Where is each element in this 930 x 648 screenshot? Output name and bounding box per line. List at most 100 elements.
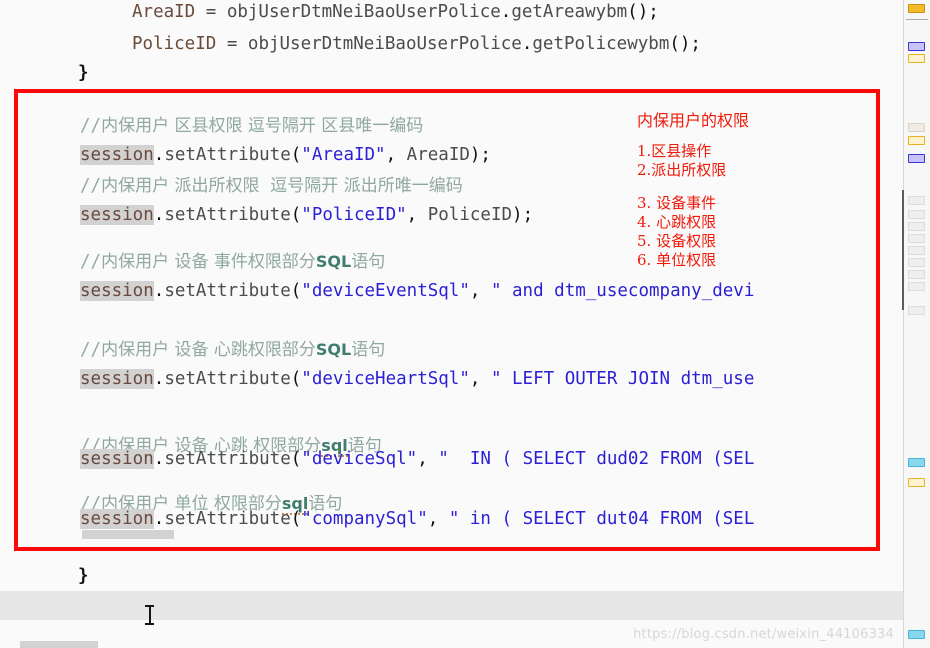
gutter-marker[interactable] (908, 258, 925, 267)
code-token: } (78, 63, 89, 83)
red-annotation-list: 内保用户的权限 1.区县操作 2.派出所权限 3. 设备事件 4. 心跳权限 5… (637, 113, 817, 270)
gutter-marker[interactable] (908, 123, 925, 132)
code-token: ( (290, 145, 302, 165)
code-token: setAttribute (164, 509, 291, 529)
gutter-marker[interactable] (908, 210, 925, 219)
gutter-marker[interactable] (908, 458, 925, 467)
code-statement-line[interactable]: session.setAttribute("deviceEventSql", "… (0, 275, 930, 307)
code-token: " in ( SELECT dut04 FROM (SEL (448, 509, 755, 529)
code-token: (); (669, 34, 701, 54)
gutter-marker[interactable] (908, 282, 925, 291)
code-token: SQL (315, 252, 352, 271)
annotation-group-b: 3. 设备事件 4. 心跳权限 5. 设备权限 6. 单位权限 (637, 194, 817, 270)
code-token: session (80, 369, 154, 389)
code-token: // (80, 252, 102, 272)
gutter-marker[interactable] (908, 246, 925, 255)
code-token: PoliceID (427, 205, 513, 225)
gutter-marker[interactable] (908, 136, 925, 145)
gutter-marker[interactable] (908, 154, 925, 163)
code-comment-line[interactable]: //内保用户 设备 心跳权限部分SQL语句 (0, 334, 930, 366)
gutter-marker[interactable] (908, 478, 925, 487)
scrollbar-thumb[interactable] (902, 190, 904, 310)
code-token: 内保用户 设备 事件权限部分 (101, 252, 316, 272)
annotation-group-a: 1.区县操作 2.派出所权限 (637, 142, 817, 180)
code-token: 内保用户 区县权限 逗号隔开 区县唯一编码 (101, 116, 424, 136)
code-token: ( (290, 369, 302, 389)
code-token: "deviceSql" (301, 449, 418, 469)
code-token: = (195, 2, 227, 22)
code-line[interactable]: PoliceID = objUserDtmNeiBaoUserPolice.ge… (0, 28, 930, 60)
code-token: . (153, 281, 165, 301)
code-token: . (153, 205, 165, 225)
code-token: ( (290, 205, 302, 225)
code-token: setAttribute (164, 281, 291, 301)
code-token: " LEFT OUTER JOIN dtm_use (490, 369, 755, 389)
code-editor[interactable]: AreaID = objUserDtmNeiBaoUserPolice.getA… (0, 0, 930, 648)
code-token: = (216, 34, 248, 54)
code-token: "PoliceID" (301, 205, 407, 225)
code-token: . (153, 369, 165, 389)
code-token: // (80, 340, 102, 360)
code-token: , (385, 145, 407, 165)
code-token: ( (290, 509, 302, 529)
gutter-marker[interactable] (908, 270, 925, 279)
code-token: AreaID (132, 2, 196, 22)
gutter-marker[interactable] (908, 54, 925, 63)
code-statement-line[interactable]: session.setAttribute("deviceSql", " IN (… (0, 443, 930, 475)
gutter-marker[interactable] (908, 306, 925, 315)
code-token: . (153, 509, 165, 529)
code-token: "deviceHeartSql" (301, 369, 470, 389)
annotation-item: 3. 设备事件 (637, 194, 717, 212)
code-token: SQL (315, 340, 352, 359)
code-token: , (406, 205, 428, 225)
code-token: session (80, 509, 154, 529)
code-token: 语句 (351, 252, 386, 272)
code-token: , (469, 369, 491, 389)
code-token: PoliceID (132, 34, 217, 54)
gutter-marker[interactable] (908, 196, 925, 205)
gutter-divider (906, 19, 928, 20)
annotation-title: 内保用户的权限 (637, 111, 750, 130)
watermark-url: https://blog.csdn.net/weixin_44106334 (633, 627, 894, 642)
code-token: ( (290, 281, 302, 301)
code-token: "companySql" (301, 509, 428, 529)
code-token: . (153, 145, 165, 165)
code-token: session (80, 449, 154, 469)
gutter-marker[interactable] (908, 4, 925, 13)
closing-brace-line[interactable]: } (0, 560, 930, 592)
annotation-spacer (637, 180, 817, 194)
code-token: AreaID (406, 145, 470, 165)
code-line[interactable]: } (0, 57, 930, 89)
gutter-marker[interactable] (908, 630, 925, 639)
code-line[interactable]: AreaID = objUserDtmNeiBaoUserPolice.getA… (0, 0, 930, 28)
annotation-item: 2.派出所权限 (637, 161, 727, 179)
code-token: " and dtm_usecompany_devi (490, 281, 755, 301)
code-token: objUserDtmNeiBaoUserPolice (226, 2, 501, 22)
code-token: "deviceEventSql" (301, 281, 470, 301)
code-token: ); (469, 145, 491, 165)
code-token: setAttribute (164, 205, 291, 225)
code-token: // (80, 116, 102, 136)
code-token: session (80, 205, 154, 225)
annotation-item: 1.区县操作 (637, 142, 712, 160)
code-token: , (469, 281, 491, 301)
annotation-item: 6. 单位权限 (637, 251, 717, 269)
text-cursor-ibeam (145, 604, 154, 626)
code-token: setAttribute (164, 369, 291, 389)
code-token: . (521, 34, 533, 54)
code-statement-line[interactable]: session.setAttribute("companySql", " in … (0, 503, 930, 535)
code-token: 内保用户 设备 心跳权限部分 (101, 340, 316, 360)
gutter-marker[interactable] (908, 234, 925, 243)
code-statement-line[interactable]: session.setAttribute("deviceHeartSql", "… (0, 363, 930, 395)
overview-scrollbar-gutter[interactable] (902, 0, 930, 648)
annotation-item: 5. 设备权限 (637, 232, 717, 250)
code-token: , (427, 509, 449, 529)
gutter-marker[interactable] (908, 42, 925, 51)
code-token: . (500, 2, 512, 22)
gutter-marker[interactable] (908, 222, 925, 231)
code-token: session (80, 281, 154, 301)
code-token: , (417, 449, 439, 469)
code-token: ); (512, 205, 534, 225)
code-token: 内保用户 派出所权限 逗号隔开 派出所唯一编码 (101, 176, 463, 196)
code-token: " IN ( SELECT dud02 FROM (SEL (438, 449, 755, 469)
